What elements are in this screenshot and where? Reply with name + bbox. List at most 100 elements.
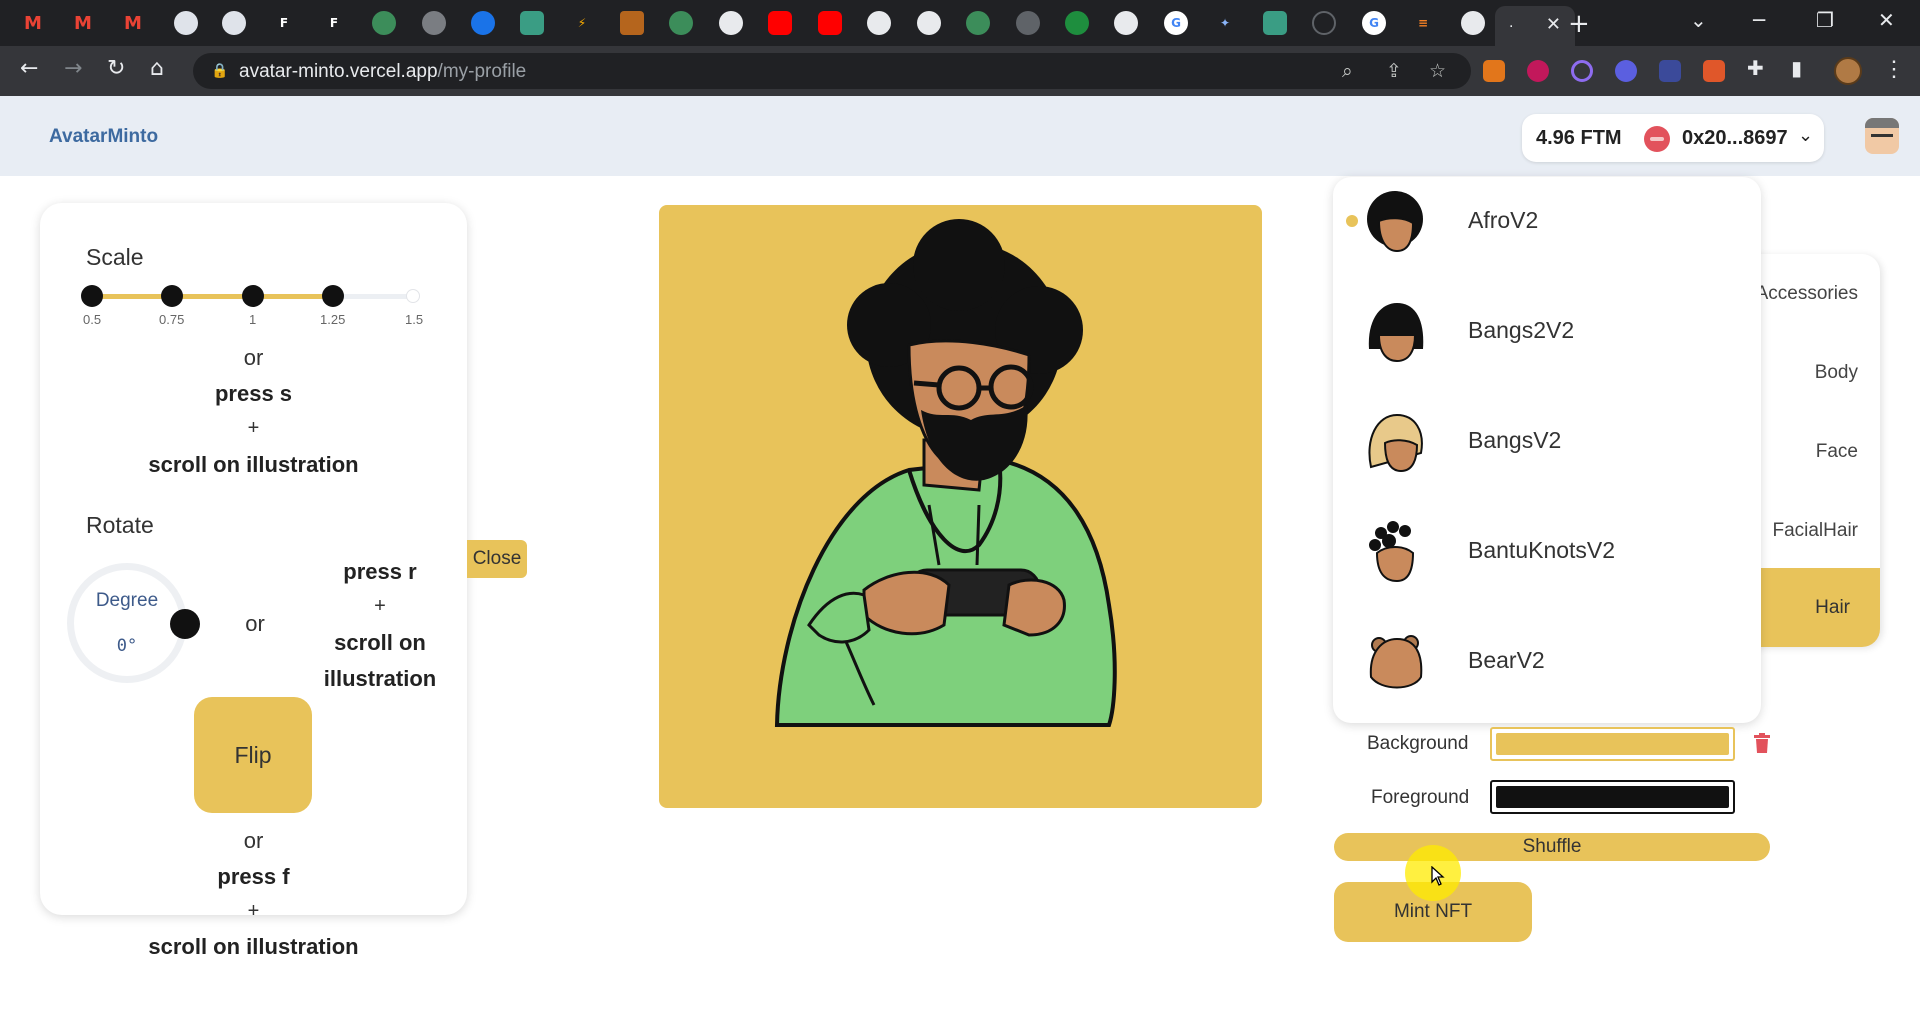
hair-option-bangsv2[interactable]: BangsV2 [1333,397,1761,507]
category-tab-face[interactable]: Face [1740,412,1880,491]
scale-hint-key: press s [214,381,293,406]
figma-tab-icon[interactable]: F [272,11,296,35]
avatar-canvas[interactable] [659,205,1262,808]
site-tab-icon[interactable] [471,11,495,35]
off-extension-icon[interactable] [1703,60,1725,82]
trash-icon[interactable] [1753,733,1771,753]
gmail-tab-icon[interactable]: M [121,11,145,35]
colorzilla-extension-icon[interactable] [1571,60,1593,82]
close-tab-icon[interactable]: ✕ [1546,14,1561,35]
openai-tab-icon[interactable] [520,11,544,35]
hair-option-bantuknotsv2[interactable]: BantuKnotsV2 [1333,507,1761,617]
hair-option-bangs2v2[interactable]: Bangs2V2 [1333,287,1761,397]
site-tab-icon[interactable] [372,11,396,35]
maximize-icon[interactable]: ❐ [1816,8,1834,32]
site-tab-icon[interactable] [620,11,644,35]
avatar-illustration [774,219,1117,727]
youtube-tab-icon[interactable] [768,11,792,35]
bear-hair-thumbnail [1369,635,1423,689]
stackoverflow-tab-icon[interactable]: ≡ [1411,11,1435,35]
google-tab-icon[interactable]: G [1164,11,1188,35]
afro-hair-thumbnail [1367,191,1423,253]
cursor-extension-icon[interactable] [1659,60,1681,82]
chevron-down-icon: ⌄ [1798,125,1814,146]
scale-hint-or: or [243,345,264,370]
scale-mark-0.5[interactable] [81,285,103,307]
category-tabs: Accessories Body Face FacialHair Hair [1740,254,1880,647]
foreground-color-label: Foreground [1371,787,1470,808]
hair-option-label: AfroV2 [1468,207,1539,233]
app-header: AvatarMinto 4.96 FTM 0x20...8697 ⌄ [0,96,1920,176]
rotate-hint-or: or [245,611,265,636]
hair-option-afrov2[interactable]: AfroV2 [1333,177,1761,287]
rotate-dial[interactable]: Degree 0° [67,563,187,683]
site-tab-icon[interactable] [1312,11,1336,35]
extensions-puzzle-icon[interactable]: ✚ [1747,56,1764,80]
scale-mark-0.75[interactable] [161,285,183,307]
hair-option-bearv2[interactable]: BearV2 [1333,617,1761,723]
rotate-dial-handle[interactable] [170,609,200,639]
wallet-identicon-icon [1644,126,1670,152]
address-bar[interactable]: 🔒 avatar-minto.vercel.app/my-profile ⌕ ⇪… [193,53,1471,89]
reload-icon[interactable]: ↻ [107,56,125,81]
category-tab-hair[interactable]: Hair [1740,568,1880,647]
site-tab-icon[interactable]: ✦ [1213,11,1237,35]
browser-menu-icon[interactable]: ⋮ [1883,56,1905,82]
background-color-label: Background [1367,733,1469,754]
shuffle-button[interactable]: Shuffle [1334,833,1770,861]
category-tab-accessories[interactable]: Accessories [1740,254,1880,333]
brand-logo[interactable]: AvatarMinto [49,126,158,148]
wallet-button[interactable]: 4.96 FTM 0x20...8697 ⌄ [1522,114,1824,162]
site-tab-icon[interactable] [222,11,246,35]
color-extension-icon[interactable] [1527,60,1549,82]
scale-slider-fill [92,294,333,299]
github-tab-icon[interactable] [867,11,891,35]
category-tab-body[interactable]: Body [1740,333,1880,412]
background-color-picker[interactable] [1490,727,1735,761]
github-tab-icon[interactable] [917,11,941,35]
forward-icon[interactable]: → [64,56,82,81]
flip-button[interactable]: Flip [194,697,312,813]
scale-mark-1[interactable] [242,285,264,307]
site-tab-icon[interactable] [966,11,990,35]
url-text: avatar-minto.vercel.app/my-profile [239,61,527,82]
bookmark-star-icon[interactable]: ☆ [1429,60,1446,82]
home-icon[interactable]: ⌂ [150,56,164,81]
minimize-icon[interactable]: ─ [1753,8,1765,32]
close-window-icon[interactable]: ✕ [1878,8,1895,32]
chrome-tab-icon[interactable] [1461,11,1485,35]
tab-search-icon[interactable]: ⌄ [1690,8,1707,32]
new-tab-icon[interactable]: + [1568,9,1590,39]
google-tab-icon[interactable]: G [1362,11,1386,35]
side-panel-icon[interactable]: ▮ [1791,56,1802,80]
site-tab-icon[interactable] [422,11,446,35]
scale-slider-handle[interactable] [322,285,344,307]
gmail-tab-icon[interactable]: M [71,11,95,35]
browser-toolbar: ← → ↻ ⌂ 🔒 avatar-minto.vercel.app/my-pro… [0,46,1920,96]
category-tab-facialhair[interactable]: FacialHair [1740,491,1880,570]
site-tab-icon[interactable] [1016,11,1040,35]
scale-tick: 1.25 [320,312,346,327]
github-tab-icon[interactable] [1114,11,1138,35]
gmail-tab-icon[interactable]: M [21,11,45,35]
bolt-tab-icon[interactable]: ⚡ [570,11,594,35]
flip-hint-or: or [243,828,264,853]
youtube-tab-icon[interactable] [818,11,842,35]
github-tab-icon[interactable] [719,11,743,35]
foreground-color-picker[interactable] [1490,780,1735,814]
site-tab-icon[interactable] [174,11,198,35]
scale-mark-1.5[interactable] [406,289,420,303]
openai-tab-icon[interactable] [1263,11,1287,35]
sparkle-extension-icon[interactable] [1615,60,1637,82]
zoom-icon[interactable]: ⌕ [1342,60,1353,82]
metamask-extension-icon[interactable] [1483,60,1505,82]
active-tab[interactable]: . ✕ [1495,6,1575,46]
site-tab-icon[interactable] [1065,11,1089,35]
user-avatar[interactable] [1865,118,1899,154]
site-tab-icon[interactable] [669,11,693,35]
share-icon[interactable]: ⇪ [1386,60,1402,82]
figma-tab-icon[interactable]: F [322,11,346,35]
profile-avatar[interactable] [1834,57,1862,85]
close-controls-button[interactable]: Close [467,540,527,578]
back-icon[interactable]: ← [20,56,38,81]
